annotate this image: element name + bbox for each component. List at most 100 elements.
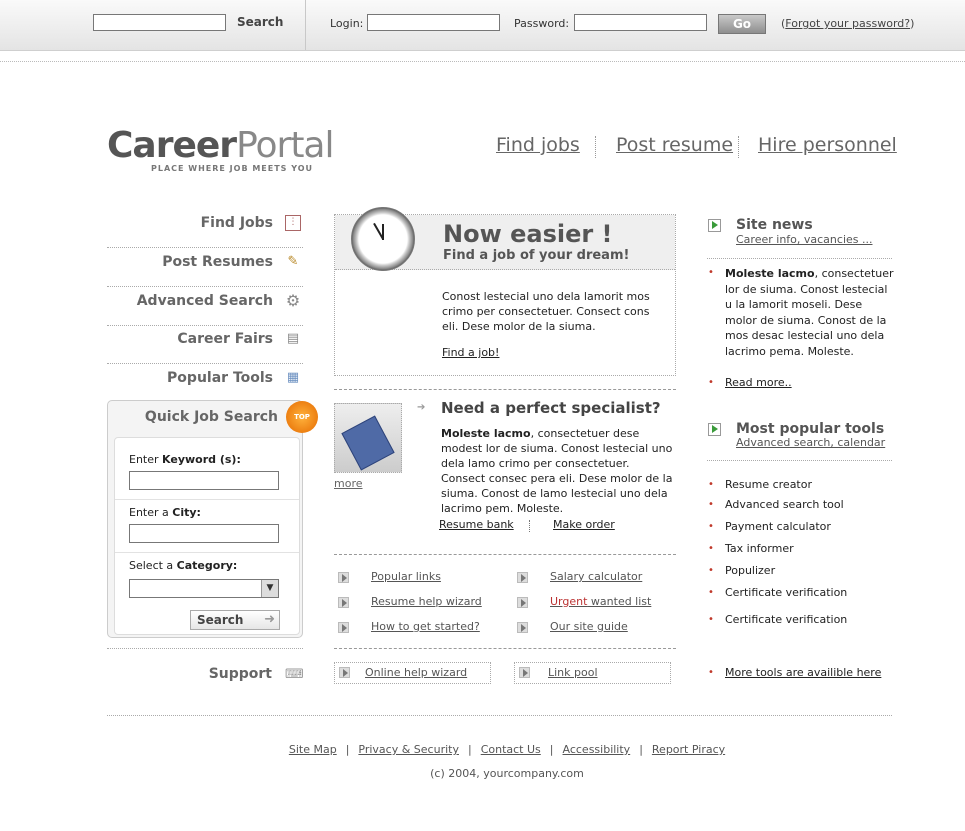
popular-tools-subtitle-link[interactable]: Advanced search, calendar bbox=[736, 436, 885, 449]
resume-bank-link[interactable]: Resume bank bbox=[439, 518, 514, 531]
quick-search-button-label: Search bbox=[197, 613, 244, 627]
bullet-icon bbox=[519, 667, 530, 678]
logo-career: Career bbox=[107, 125, 237, 166]
copyright: (c) 2004, yourcompany.com bbox=[430, 767, 584, 780]
left-nav-find-jobs[interactable]: Find Jobs ⋮ bbox=[107, 209, 303, 248]
support-section[interactable]: Support ⌨ bbox=[107, 648, 304, 689]
specialist-body: Moleste lacmo, consectetuer dese modest … bbox=[441, 427, 673, 515]
search-input[interactable] bbox=[93, 14, 226, 31]
top-bar-divider bbox=[0, 61, 965, 62]
tool-item[interactable]: Payment calculator bbox=[725, 520, 831, 533]
calendar-icon: ▦ bbox=[286, 370, 300, 385]
how-to-get-started-link[interactable]: How to get started? bbox=[371, 620, 480, 633]
more-tools-link[interactable]: More tools are availible here bbox=[725, 666, 881, 679]
left-nav-career-fairs-link[interactable]: Career Fairs bbox=[177, 331, 273, 347]
online-help-wizard-link[interactable]: Online help wizard bbox=[365, 666, 467, 679]
password-label: Password: bbox=[514, 17, 570, 30]
keyboard-icon: ⌨ bbox=[285, 667, 304, 682]
bullet-icon: • bbox=[708, 614, 714, 625]
clock-icon bbox=[351, 207, 415, 271]
bullet-icon: • bbox=[708, 521, 714, 532]
document-icon: ▤ bbox=[286, 331, 300, 346]
bullet-icon: • bbox=[708, 267, 714, 278]
top-bar-separator bbox=[305, 0, 306, 50]
left-nav-career-fairs[interactable]: Career Fairs ▤ bbox=[107, 325, 303, 364]
tool-item[interactable]: Certificate verification bbox=[725, 613, 847, 626]
content-divider bbox=[334, 389, 676, 390]
main-nav-post-resume[interactable]: Post resume bbox=[616, 134, 733, 156]
bullet-icon bbox=[338, 597, 349, 608]
footer-link-privacy[interactable]: Privacy & Security bbox=[358, 743, 459, 756]
tool-item[interactable]: Certificate verification bbox=[725, 586, 847, 599]
footer-link-accessibility[interactable]: Accessibility bbox=[563, 743, 631, 756]
link-separator bbox=[529, 520, 530, 532]
left-nav-advanced-search[interactable]: Advanced Search ⚙ bbox=[107, 287, 303, 326]
left-nav-advanced-search-link[interactable]: Advanced Search bbox=[137, 293, 273, 309]
bullet-icon bbox=[517, 597, 528, 608]
main-nav-separator bbox=[595, 136, 596, 158]
resume-help-wizard-link[interactable]: Resume help wizard bbox=[371, 595, 482, 608]
urgent-wanted-list-link[interactable]: Urgent wanted list bbox=[550, 595, 651, 608]
popular-links-link[interactable]: Popular links bbox=[371, 570, 441, 583]
site-news-body: Moleste lacmo, consectetuer lor de siuma… bbox=[725, 267, 894, 358]
site-news-title: Site news bbox=[736, 217, 813, 233]
tool-item[interactable]: Advanced search tool bbox=[725, 498, 844, 511]
left-nav-post-resumes[interactable]: Post Resumes ✎ bbox=[107, 248, 303, 287]
notebook-image[interactable] bbox=[334, 403, 402, 473]
footer-link-contact[interactable]: Contact Us bbox=[481, 743, 541, 756]
our-site-guide-link[interactable]: Our site guide bbox=[550, 620, 628, 633]
left-nav-popular-tools-link[interactable]: Popular Tools bbox=[167, 370, 273, 386]
site-news-subtitle-link[interactable]: Career info, vacancies ... bbox=[736, 233, 872, 246]
specialist-more-link[interactable]: more bbox=[334, 477, 363, 490]
category-label: Select a Category: bbox=[129, 559, 238, 572]
bullet-icon: • bbox=[708, 499, 714, 510]
tool-item[interactable]: Populizer bbox=[725, 564, 775, 577]
content-divider bbox=[334, 648, 676, 649]
quick-job-search: Quick Job Search TOP Enter Keyword (s): … bbox=[107, 400, 318, 638]
support-link[interactable]: Support bbox=[209, 666, 272, 682]
keyword-label: Enter Keyword (s): bbox=[129, 453, 241, 466]
find-a-job-link[interactable]: Find a job! bbox=[442, 346, 499, 359]
bullet-icon: • bbox=[708, 479, 714, 490]
top-search-button[interactable]: Search bbox=[237, 15, 283, 29]
login-label: Login: bbox=[330, 17, 364, 30]
logo[interactable]: CareerPortal PLACE WHERE JOB MEETS YOU bbox=[107, 125, 335, 174]
footer-link-report-piracy[interactable]: Report Piracy bbox=[652, 743, 725, 756]
bullet-icon bbox=[338, 572, 349, 583]
city-input[interactable] bbox=[129, 524, 279, 543]
footer-link-site-map[interactable]: Site Map bbox=[289, 743, 337, 756]
tool-item[interactable]: Resume creator bbox=[725, 478, 812, 491]
login-input[interactable] bbox=[367, 14, 500, 31]
right-divider bbox=[707, 460, 892, 461]
bullet-icon bbox=[338, 622, 349, 633]
footer-divider bbox=[107, 715, 892, 716]
category-select[interactable]: ▼ bbox=[129, 579, 279, 598]
salary-calculator-link[interactable]: Salary calculator bbox=[550, 570, 642, 583]
bullet-icon: • bbox=[708, 543, 714, 554]
tool-item[interactable]: Tax informer bbox=[725, 542, 794, 555]
right-divider bbox=[707, 258, 892, 259]
main-nav-hire-personnel[interactable]: Hire personnel bbox=[758, 134, 897, 156]
main-nav-find-jobs[interactable]: Find jobs bbox=[496, 134, 580, 156]
left-nav-popular-tools[interactable]: Popular Tools ▦ bbox=[107, 364, 303, 402]
keyword-input[interactable] bbox=[129, 471, 279, 490]
logo-portal: Portal bbox=[236, 125, 334, 166]
footer-links: Site Map | Privacy & Security | Contact Us | A… bbox=[288, 743, 726, 756]
chevron-down-icon[interactable]: ▼ bbox=[261, 580, 278, 597]
play-arrow-icon bbox=[708, 423, 721, 436]
bullet-icon bbox=[517, 572, 528, 583]
quick-job-search-title: Quick Job Search bbox=[144, 409, 278, 425]
list-icon: ⋮ bbox=[285, 215, 301, 231]
forgot-password: (Forgot your password?) bbox=[781, 17, 915, 30]
quick-search-button[interactable]: Search ➜ bbox=[190, 610, 280, 630]
bullet-icon: • bbox=[708, 587, 714, 598]
left-nav-post-resumes-link[interactable]: Post Resumes bbox=[162, 254, 273, 270]
read-more-link[interactable]: Read more.. bbox=[725, 376, 792, 389]
left-nav-find-jobs-link[interactable]: Find Jobs bbox=[201, 215, 273, 231]
link-pool-link[interactable]: Link pool bbox=[548, 666, 598, 679]
password-input[interactable] bbox=[574, 14, 707, 31]
main-nav-separator bbox=[738, 136, 739, 158]
go-button[interactable]: Go bbox=[718, 14, 766, 34]
forgot-password-link[interactable]: Forgot your password? bbox=[785, 17, 910, 30]
make-order-link[interactable]: Make order bbox=[553, 518, 615, 531]
